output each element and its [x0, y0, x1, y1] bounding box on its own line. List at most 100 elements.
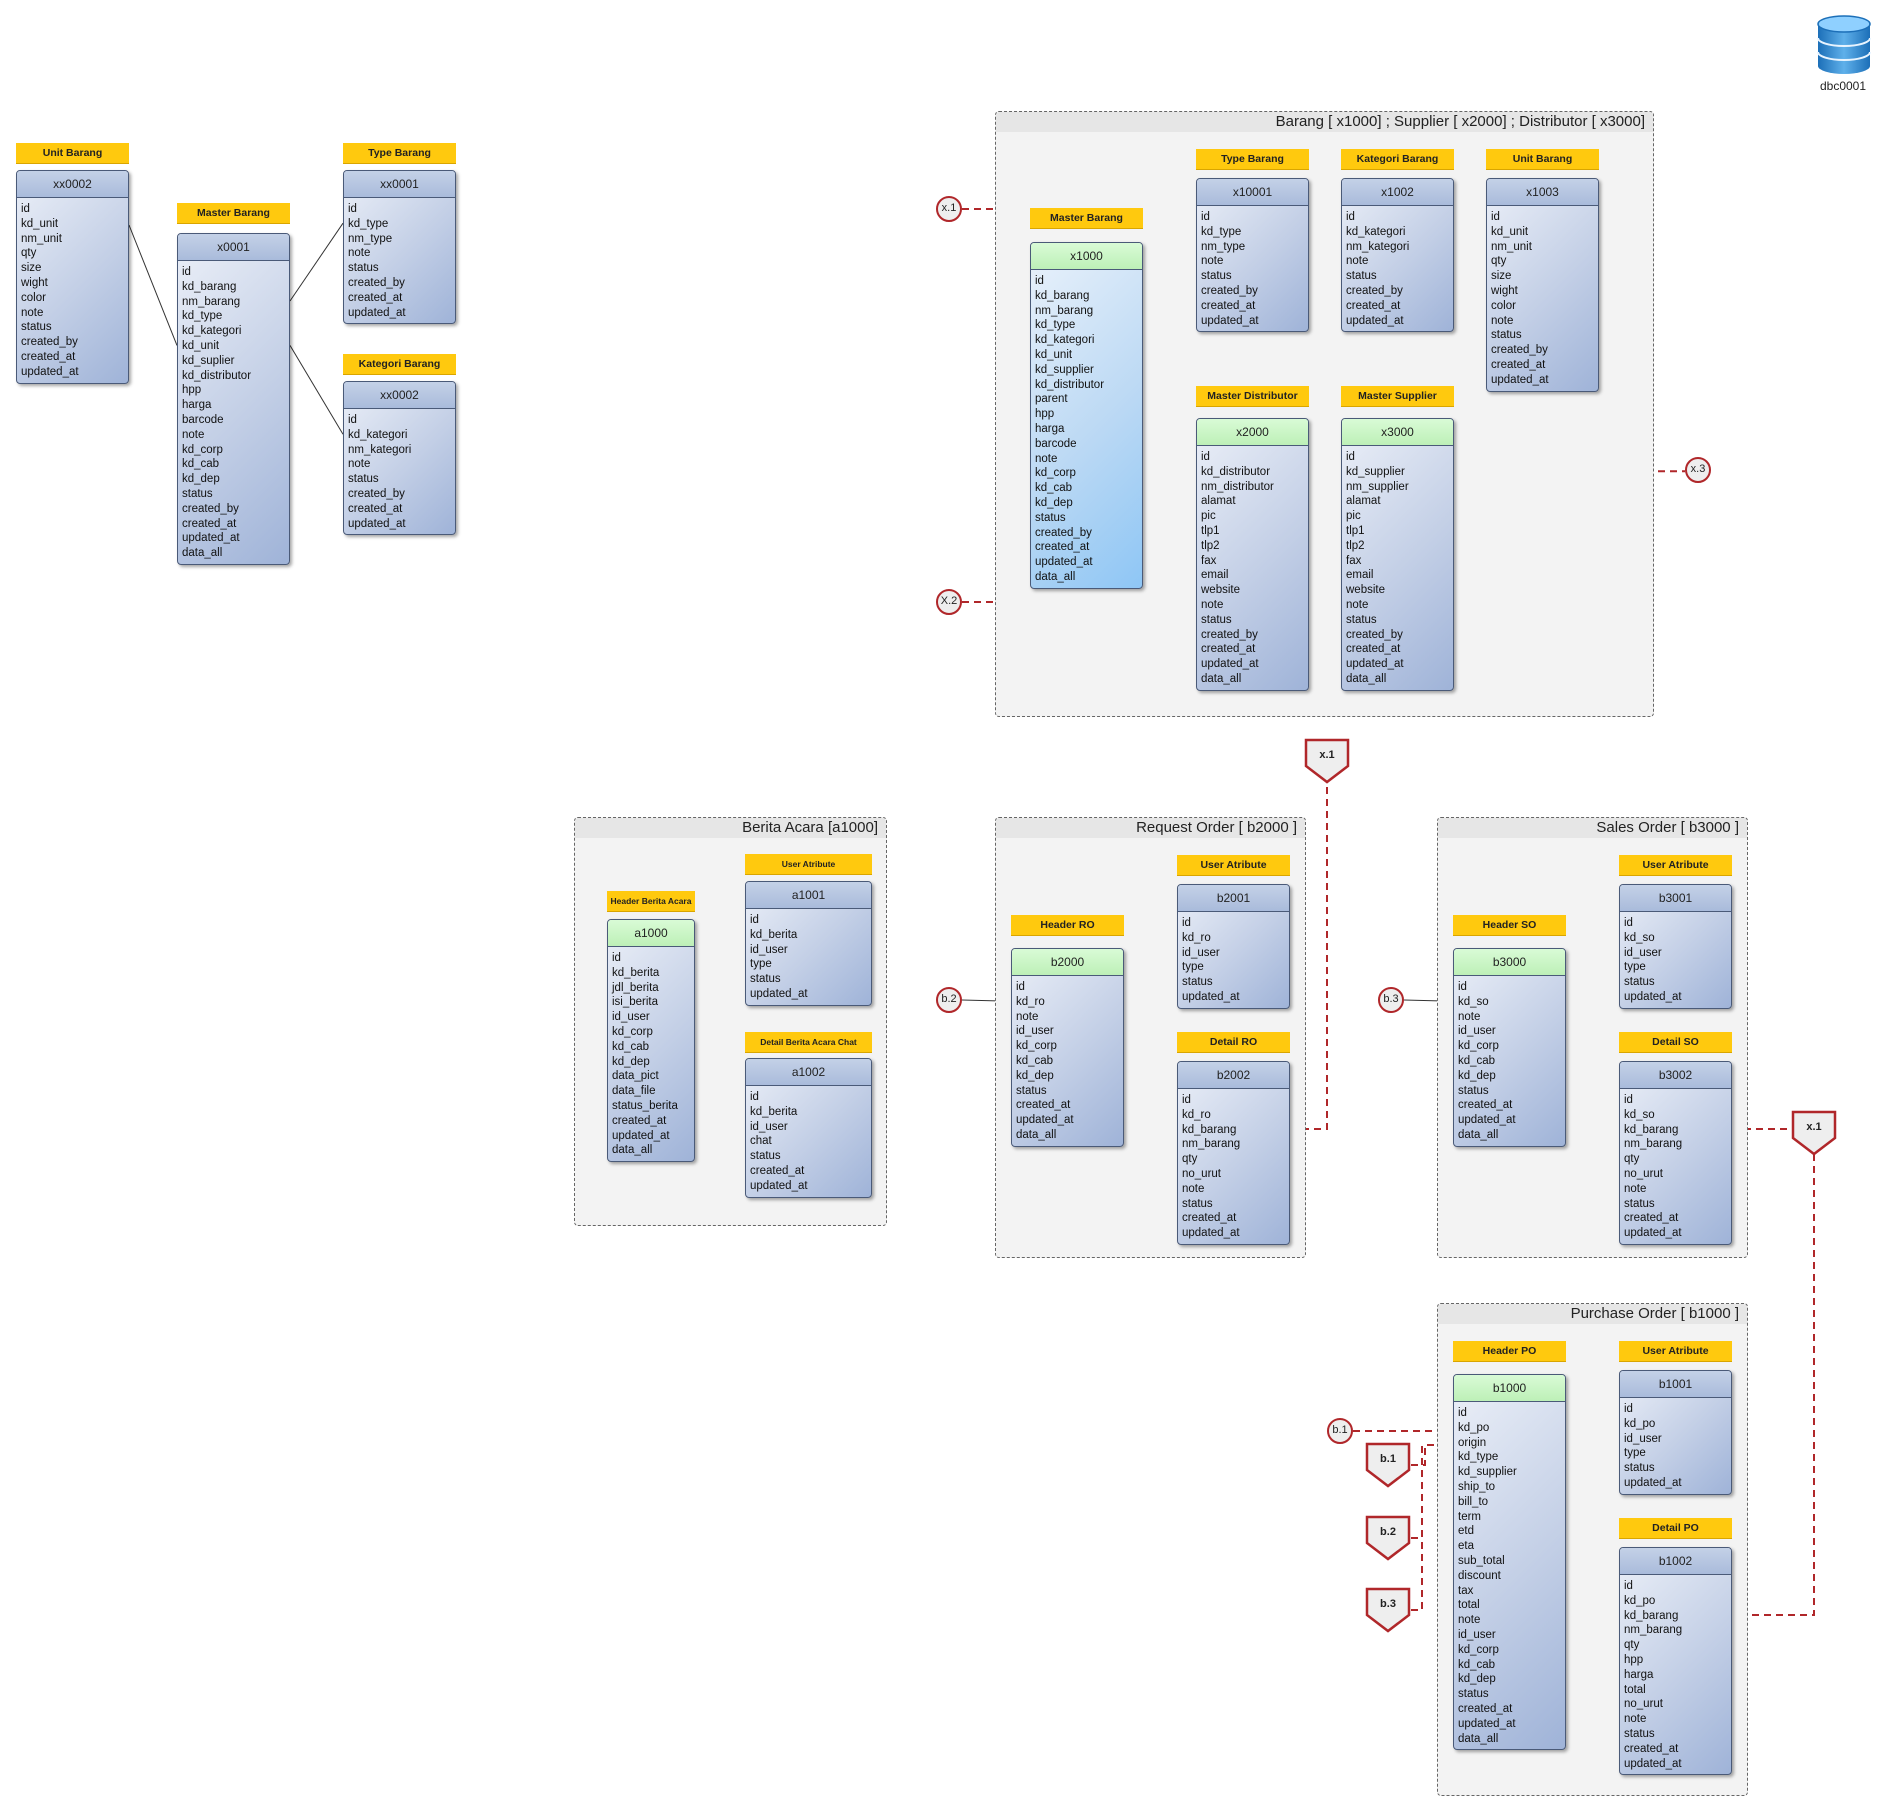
field-row: created_at — [1035, 541, 1090, 554]
field-row: updated_at — [1458, 1114, 1516, 1127]
entity-table-b3002[interactable]: b3002 id kd_so kd_barang nm_barang qty no_urut… — [1619, 1061, 1732, 1245]
field-row: kd_distributor — [182, 369, 252, 382]
entity-table-b1000[interactable]: b1000 id kd_po origin kd_type kd_supplier ship… — [1453, 1374, 1566, 1751]
entity-table-b3001[interactable]: b3001 id kd_so id_user type status updated_at — [1619, 884, 1732, 1009]
entity-table-b2002[interactable]: b2002 id kd_ro kd_barang nm_barang qty no_urut… — [1177, 1061, 1290, 1245]
offpage-x1-so[interactable]: x.1 — [1791, 1110, 1837, 1156]
field-row: kd_unit — [1035, 348, 1073, 361]
offpage-b3[interactable]: b.3 — [1365, 1587, 1411, 1633]
field-row: note — [21, 306, 44, 319]
table-name: b3001 — [1620, 885, 1731, 912]
field-row: created_at — [348, 502, 403, 515]
field-row: updated_at — [1182, 1227, 1240, 1240]
table-name: x0001 — [178, 234, 289, 261]
entity-table-x3000[interactable]: x3000 id kd_supplier nm_supplier alamat pic tl… — [1341, 418, 1454, 691]
entity-table-b1001[interactable]: b1001 id kd_po id_user type status updated_at — [1619, 1370, 1732, 1495]
entity-table-xx0002k[interactable]: xx0002 id kd_kategori nm_kategori note status… — [343, 381, 456, 536]
field-row: note — [1491, 314, 1514, 327]
field-row: website — [1201, 584, 1240, 597]
connector-b2[interactable]: b.2 — [936, 987, 962, 1013]
field-row: alamat — [1346, 495, 1381, 508]
field-row: chat — [750, 1135, 772, 1148]
field-row: status_berita — [612, 1099, 678, 1112]
field-row: no_urut — [1182, 1167, 1222, 1180]
field-row: kd_berita — [750, 928, 798, 941]
field-row: data_all — [1458, 1128, 1499, 1141]
field-list: id kd_so kd_barang nm_barang qty no_urut note s… — [1620, 1089, 1731, 1243]
connector-x2[interactable]: X.2 — [936, 589, 962, 615]
connector-x3[interactable]: x.3 — [1685, 457, 1711, 483]
field-row: created_by — [21, 336, 78, 349]
entity-table-b1002[interactable]: b1002 id kd_po kd_barang nm_barang qty hpp harg… — [1619, 1547, 1732, 1776]
table-name: x2000 — [1197, 419, 1308, 446]
entity-table-a1000[interactable]: a1000 id kd_berita jdl_berita isi_berita id_u… — [607, 919, 695, 1163]
field-row: kd_po — [1458, 1421, 1490, 1434]
field-row: kd_corp — [1035, 467, 1076, 480]
field-row: data_all — [1201, 672, 1242, 685]
field-row: updated_at — [750, 987, 808, 1000]
table-tag-b3002: Detail SO — [1619, 1032, 1732, 1053]
field-row: id — [750, 1091, 759, 1103]
field-row: kd_so — [1624, 1108, 1655, 1121]
entity-table-x0001[interactable]: x0001 id kd_barang nm_barang kd_type kd_kateg… — [177, 233, 290, 565]
field-row: created_by — [348, 276, 405, 289]
field-row: kd_so — [1458, 995, 1489, 1008]
field-row: created_at — [1491, 358, 1546, 371]
field-row: kd_barang — [182, 280, 237, 293]
field-row: id_user — [612, 1011, 650, 1024]
field-row: hpp — [182, 384, 202, 397]
offpage-b2[interactable]: b.2 — [1365, 1515, 1411, 1561]
entity-table-b3000[interactable]: b3000 id kd_so note id_user kd_corp kd_cab kd_d… — [1453, 948, 1566, 1147]
entity-table-xx0002u[interactable]: xx0002 id kd_unit nm_unit qty size wight color n… — [16, 170, 129, 384]
entity-table-a1001[interactable]: a1001 id kd_berita id_user type status updated… — [745, 881, 872, 1006]
field-row: status — [1182, 1197, 1213, 1210]
entity-table-xx0001[interactable]: xx0001 id kd_type nm_type note status created_… — [343, 170, 456, 325]
field-row: updated_at — [1346, 314, 1404, 327]
field-list: id kd_berita id_user chat status created_at up… — [746, 1086, 871, 1196]
group-title: Sales Order [ b3000 ] — [1438, 818, 1747, 838]
field-row: kd_barang — [1035, 289, 1090, 302]
entity-table-b2000[interactable]: b2000 id kd_ro note id_user kd_corp kd_cab kd_d… — [1011, 948, 1124, 1147]
field-row: created_at — [1624, 1212, 1679, 1225]
field-row: kd_supplier — [1458, 1466, 1517, 1479]
field-row: updated_at — [1016, 1114, 1074, 1127]
field-row: created_at — [1201, 299, 1256, 312]
field-row: kd_ro — [1182, 931, 1211, 944]
entity-table-x1000[interactable]: x1000 id kd_barang nm_barang kd_type kd_kateg… — [1030, 242, 1143, 589]
field-row: type — [1624, 961, 1646, 974]
entity-table-x2000[interactable]: x2000 id kd_distributor nm_distributor alama… — [1196, 418, 1309, 691]
entity-table-b2001[interactable]: b2001 id kd_ro id_user type status updated_at — [1177, 884, 1290, 1009]
table-name: a1001 — [746, 882, 871, 909]
field-row: id — [1182, 917, 1191, 929]
offpage-b1[interactable]: b.1 — [1365, 1442, 1411, 1488]
field-row: id_user — [1458, 1025, 1496, 1038]
field-row: kd_cab — [1016, 1054, 1054, 1067]
table-name: a1002 — [746, 1059, 871, 1086]
connector-b3[interactable]: b.3 — [1378, 987, 1404, 1013]
connector-x1[interactable]: x.1 — [936, 196, 962, 222]
field-row: kd_dep — [1458, 1069, 1496, 1082]
table-tag-a1000: Header Berita Acara — [607, 891, 695, 912]
connector-b1[interactable]: b.1 — [1327, 1418, 1353, 1444]
field-row: nm_type — [348, 232, 393, 245]
field-row: hpp — [1035, 408, 1055, 421]
field-row: updated_at — [348, 517, 406, 530]
entity-table-x1003[interactable]: x1003 id kd_unit nm_unit qty size wight color no… — [1486, 178, 1599, 392]
entity-table-x10001[interactable]: x10001 id kd_type nm_type note status created_… — [1196, 178, 1309, 333]
field-row: updated_at — [182, 532, 240, 545]
field-row: kd_corp — [1016, 1040, 1057, 1053]
field-row: status — [1346, 270, 1377, 283]
offpage-x1-ro[interactable]: x.1 — [1304, 738, 1350, 784]
field-row: created_by — [1346, 628, 1403, 641]
table-tag-xx0002k: Kategori Barang — [343, 354, 456, 375]
field-row: status — [348, 262, 379, 275]
field-row: created_by — [348, 487, 405, 500]
entity-table-x1002[interactable]: x1002 id kd_kategori nm_kategori note status c… — [1341, 178, 1454, 333]
field-row: kd_berita — [750, 1105, 798, 1118]
table-name: xx0002 — [344, 382, 455, 409]
field-row: status — [1491, 329, 1522, 342]
field-row: kd_unit — [21, 217, 59, 230]
table-tag-a1001: User Atribute — [745, 854, 872, 875]
entity-table-a1002[interactable]: a1002 id kd_berita id_user chat status created… — [745, 1058, 872, 1198]
field-list: id kd_po kd_barang nm_barang qty hpp harga tota… — [1620, 1575, 1731, 1773]
